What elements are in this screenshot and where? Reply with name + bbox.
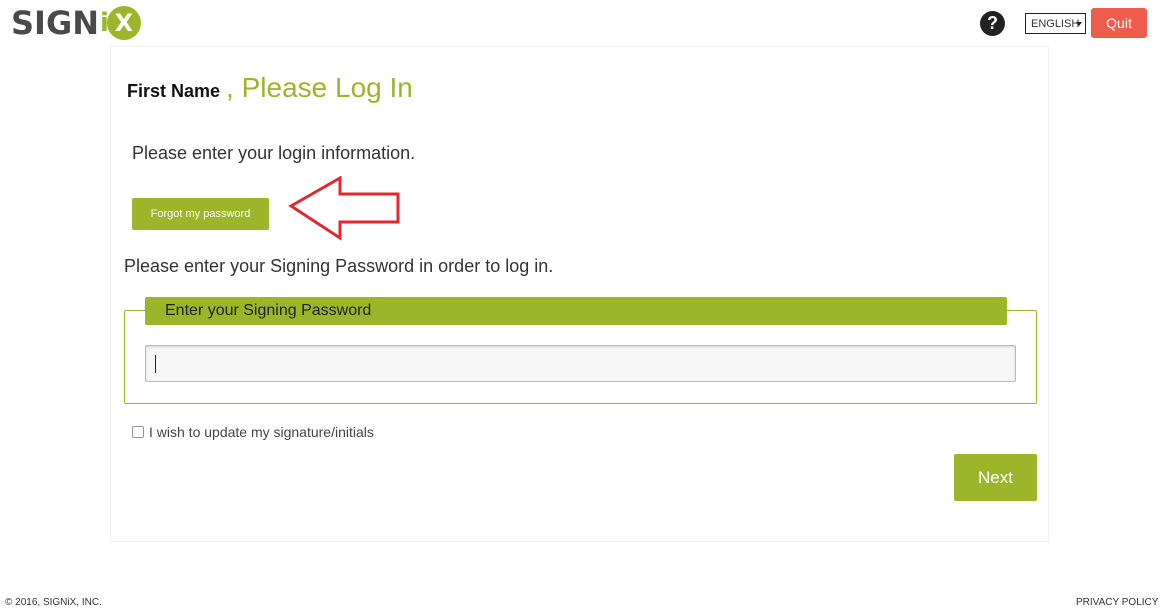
login-card [110, 46, 1049, 542]
signing-password-prompt: Please enter your Signing Password in or… [124, 256, 554, 276]
next-button[interactable]: Next [954, 454, 1037, 501]
first-name: First Name [127, 81, 221, 101]
logo-x: X [114, 9, 134, 37]
privacy-policy-link[interactable]: PRIVACY POLICY [1076, 597, 1158, 608]
text-cursor [155, 355, 156, 373]
caret-down-icon [1076, 22, 1082, 26]
login-instructions: Please enter your login information. [132, 143, 416, 163]
logo-text: SIGN [11, 4, 99, 42]
password-legend: Enter your Signing Password [145, 297, 1007, 325]
update-signature-option[interactable]: I wish to update my signature/initials [132, 424, 374, 440]
signix-logo: SIGN i X [11, 5, 141, 41]
quit-button[interactable]: Quit [1091, 8, 1147, 38]
logo-badge: X [106, 6, 141, 40]
red-arrow-icon [288, 176, 400, 241]
update-signature-checkbox[interactable] [132, 426, 144, 438]
header: SIGN i X ? ENGLISH Quit [0, 0, 1165, 46]
update-signature-label[interactable]: I wish to update my signature/initials [149, 424, 374, 440]
help-icon[interactable]: ? [980, 11, 1005, 36]
copyright: © 2016, SIGNiX, INC. [5, 597, 102, 608]
page-title: First Name , Please Log In [127, 72, 413, 104]
language-select[interactable]: ENGLISH [1025, 13, 1086, 34]
forgot-password-button[interactable]: Forgot my password [132, 198, 269, 230]
signing-password-input[interactable] [145, 345, 1016, 382]
login-title: , Please Log In [226, 72, 413, 103]
language-value: ENGLISH [1031, 17, 1080, 30]
